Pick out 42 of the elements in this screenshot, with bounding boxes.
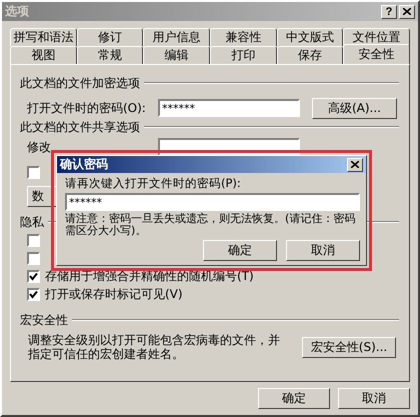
checkbox[interactable] bbox=[27, 270, 40, 282]
section-heading: 此文档的文件共享选项 bbox=[20, 118, 140, 136]
dialog-title: 确认密码 bbox=[60, 156, 109, 173]
dialog-button[interactable]: 确定 bbox=[203, 240, 277, 261]
window-title: 选项 bbox=[5, 3, 30, 20]
tab[interactable]: 兼容性 bbox=[210, 28, 277, 46]
tab[interactable]: 拼写和语法 bbox=[10, 28, 77, 46]
tab[interactable]: 文件位置 bbox=[343, 28, 410, 46]
password-field[interactable]: ****** bbox=[158, 99, 300, 117]
field-label: 请再次键入打开文件时的密码(P): bbox=[65, 176, 242, 191]
warning-text: 请注意：密码一旦丢失或遗忘，则无法恢复。(请记住：密码需区分大小写)。 bbox=[65, 213, 356, 237]
dialog-button[interactable]: 取消 bbox=[286, 240, 360, 261]
dialog-button[interactable]: 取消 bbox=[338, 388, 410, 409]
tab[interactable]: 修订 bbox=[76, 28, 144, 46]
checkbox-label: 打开或保存时标记可见(V) bbox=[45, 286, 183, 302]
macro-description: 调整安全级别以打开可能包含宏病毒的文件，并指定可信任的宏创建者姓名。 bbox=[28, 333, 281, 361]
tab[interactable]: 中文版式 bbox=[276, 28, 344, 46]
close-icon bbox=[351, 161, 359, 168]
advanced-button[interactable]: 高级(A)... bbox=[312, 98, 397, 118]
tab[interactable]: 常规 bbox=[76, 46, 144, 64]
tab[interactable]: 编辑 bbox=[143, 46, 210, 64]
section-heading: 宏安全性 bbox=[20, 312, 68, 328]
checkbox[interactable] bbox=[27, 166, 40, 178]
password-field[interactable]: ****** bbox=[65, 193, 360, 211]
help-button[interactable]: ? bbox=[381, 4, 397, 18]
field-label: 修改 bbox=[27, 138, 52, 156]
macro-security-button[interactable]: 宏安全性(S)... bbox=[302, 336, 396, 358]
tab[interactable]: 视图 bbox=[10, 46, 77, 64]
close-icon bbox=[403, 8, 411, 15]
tab[interactable]: 用户信息 bbox=[143, 28, 210, 46]
tab[interactable]: 安全性 bbox=[343, 44, 410, 64]
tab[interactable]: 打印 bbox=[210, 46, 277, 64]
field-label: 打开文件时的密码(O): bbox=[27, 100, 147, 116]
section-heading: 隐私 bbox=[20, 214, 44, 230]
dialog-button[interactable]: 确定 bbox=[258, 388, 330, 409]
checkbox[interactable] bbox=[27, 234, 40, 246]
close-button[interactable] bbox=[347, 158, 363, 172]
section-heading: 此文档的文件加密选项 bbox=[20, 74, 140, 92]
checkbox[interactable] bbox=[27, 252, 40, 264]
close-button[interactable] bbox=[399, 4, 415, 18]
tab[interactable]: 保存 bbox=[276, 46, 344, 64]
checkbox[interactable] bbox=[27, 288, 40, 300]
